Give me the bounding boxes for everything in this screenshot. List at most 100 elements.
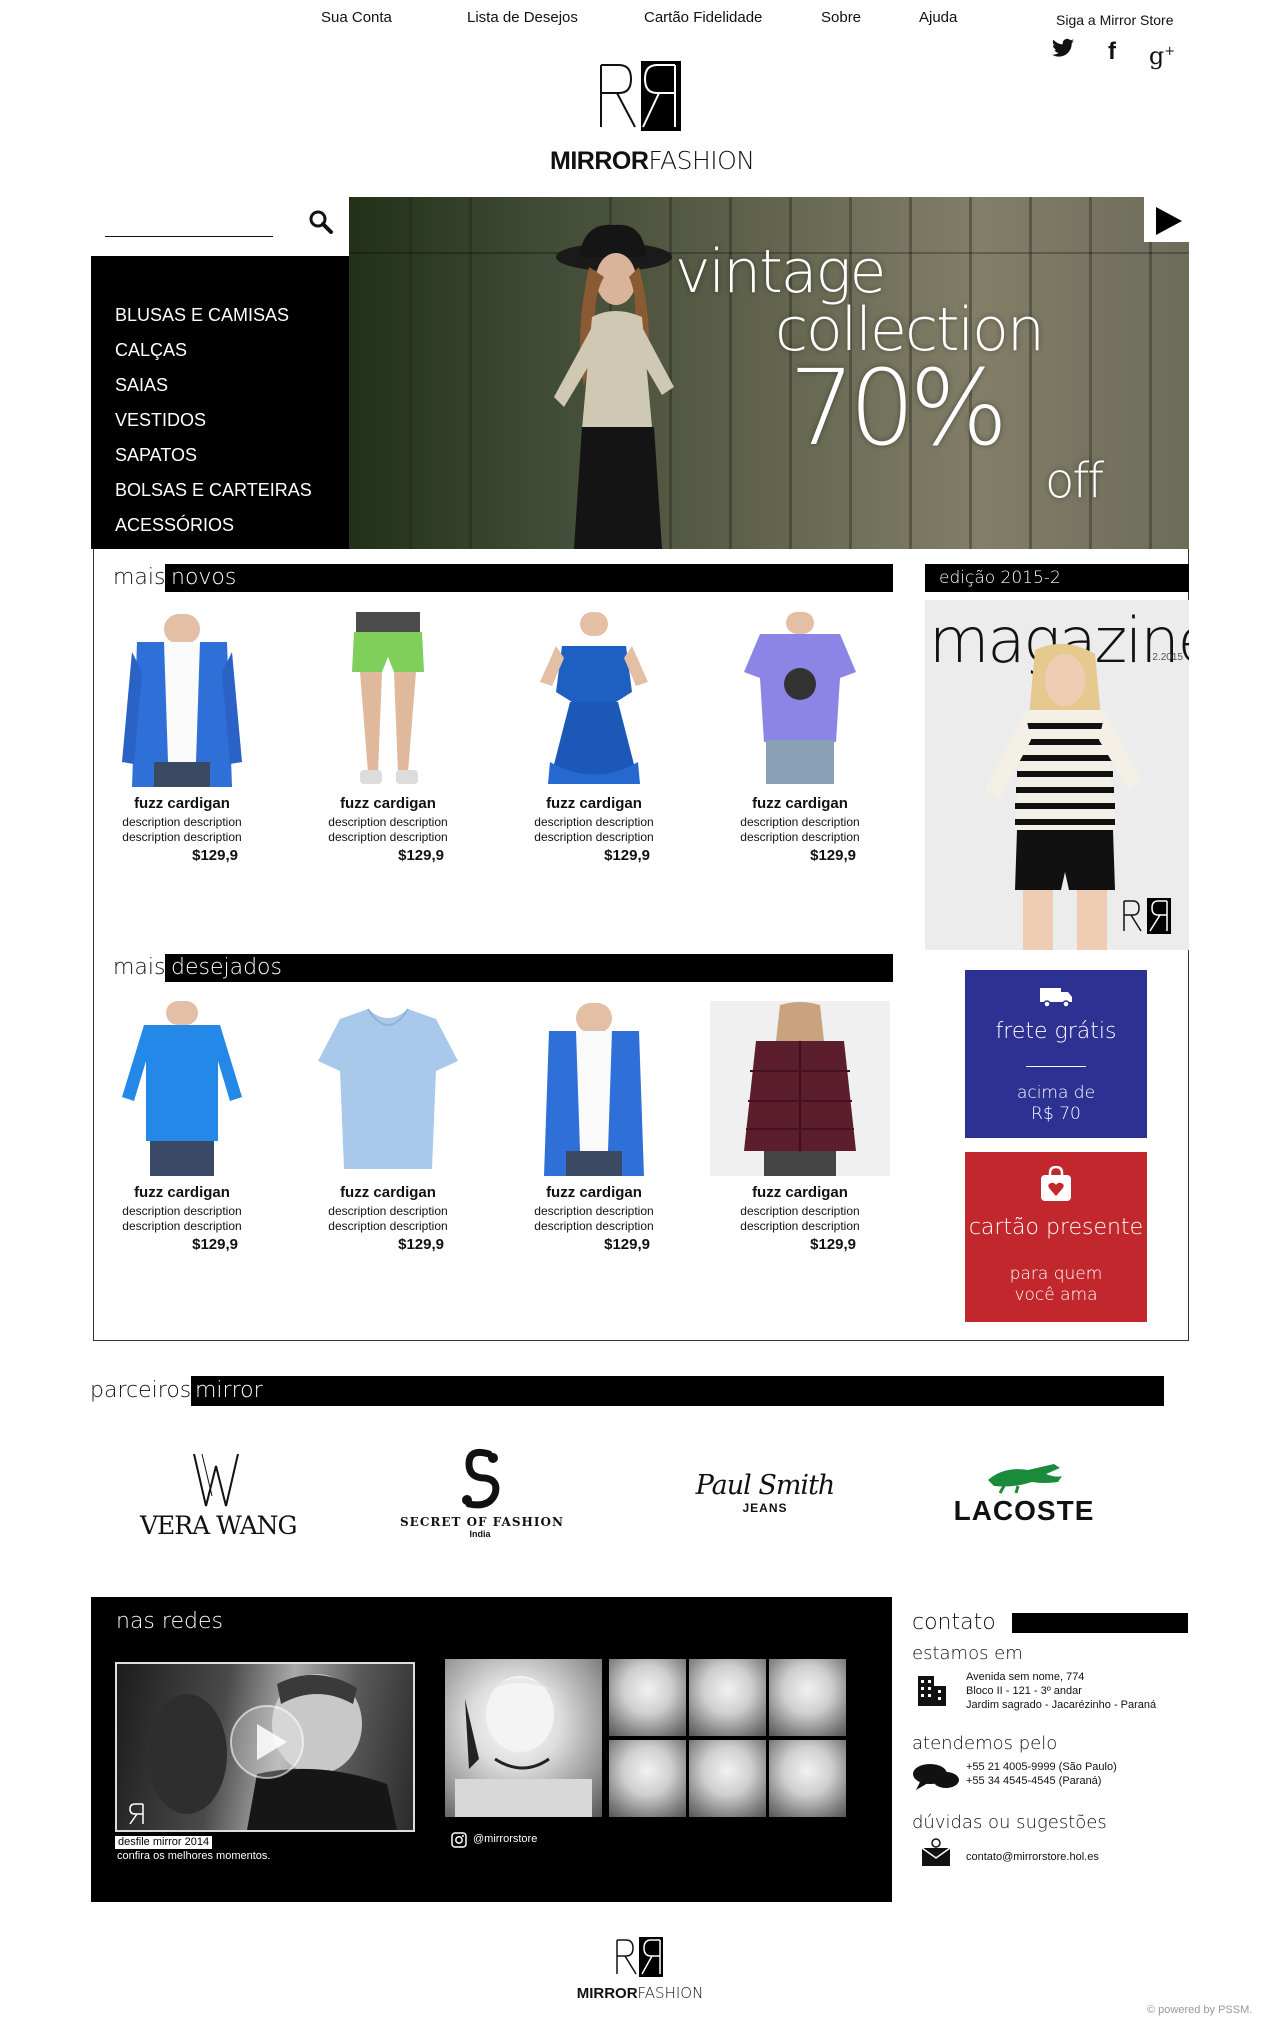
product-description: description description description descr… [122, 815, 242, 844]
search-icon[interactable] [308, 209, 334, 235]
product-name[interactable]: fuzz cardigan [710, 795, 890, 812]
contact-header-bar [1012, 1613, 1188, 1633]
product-price: $129,9 [810, 847, 856, 864]
instagram-icon[interactable] [451, 1832, 467, 1848]
play-icon[interactable] [229, 1704, 305, 1780]
gift-card-banner[interactable]: cartão presente para quem você ama [965, 1152, 1147, 1322]
instagram-thumb[interactable] [769, 1740, 846, 1817]
product-image-blue-top[interactable] [92, 1001, 272, 1176]
email-address[interactable]: contato@mirrorstore.hol.es [966, 1850, 1099, 1864]
product-image-light-blue-tshirt[interactable] [298, 1001, 478, 1176]
partners-header-light: parceiros [90, 1378, 192, 1403]
product-name[interactable]: fuzz cardigan [298, 1184, 478, 1201]
mirror-logo-icon[interactable] [597, 61, 683, 131]
category-calcas[interactable]: CALÇAS [91, 333, 349, 368]
logo-light: FASHION [648, 146, 755, 175]
partners-header-bold: mirror [191, 1376, 1164, 1406]
product-card[interactable]: fuzz cardigan description description des… [710, 612, 890, 864]
product-image-burgundy-jacket[interactable] [710, 1001, 890, 1176]
crocodile-icon [988, 1464, 1062, 1494]
category-sapatos[interactable]: SAPATOS [91, 438, 349, 473]
hero-off: off [1045, 453, 1104, 509]
category-blusas-e-camisas[interactable]: BLUSAS E CAMISAS [91, 298, 349, 333]
follow-label: Siga a Mirror Store [1056, 12, 1174, 28]
product-card[interactable]: fuzz cardigan description description des… [504, 1001, 684, 1253]
product-image-blue-dress[interactable] [504, 612, 684, 787]
partner-lacoste[interactable]: LACOSTE [944, 1460, 1104, 1527]
google-plus-icon[interactable]: g+ [1148, 38, 1176, 70]
nav-lista-de-desejos[interactable]: Lista de Desejos [467, 9, 578, 26]
instagram-thumb[interactable] [689, 1659, 766, 1736]
magazine-cover[interactable]: magazine 2.2015 [925, 600, 1189, 950]
free-shipping-banner[interactable]: frete grátis acima de R$ 70 [965, 970, 1147, 1138]
play-icon [1156, 207, 1182, 235]
footer-logo-light: FASHION [637, 1984, 704, 2002]
partner-secret-of-fashion[interactable]: SECRET OF FASHION India [400, 1448, 563, 1539]
product-description: description description description descr… [534, 1204, 654, 1233]
building-icon [918, 1676, 946, 1706]
category-acessorios[interactable]: ACESSÓRIOS [91, 508, 349, 543]
product-image-blue-cardigan[interactable] [504, 1001, 684, 1176]
product-name[interactable]: fuzz cardigan [92, 1184, 272, 1201]
product-price: $129,9 [810, 1236, 856, 1253]
magazine-logo-icon [1123, 898, 1171, 934]
category-menu: BLUSAS E CAMISAS CALÇAS SAIAS VESTIDOS S… [91, 256, 349, 549]
category-bolsas-e-carteiras[interactable]: BOLSAS E CARTEIRAS [91, 473, 349, 508]
powered-by: © powered by PSSM. [1147, 2004, 1253, 2016]
footer-logo-icon[interactable] [614, 1937, 664, 1977]
product-image-green-shorts[interactable] [298, 612, 478, 787]
product-image-blue-cardigan[interactable] [92, 612, 272, 787]
gift-card-sub2: você ama [1014, 1285, 1098, 1305]
product-price: $129,9 [398, 847, 444, 864]
instagram-thumb[interactable] [689, 1740, 766, 1817]
product-card[interactable]: fuzz cardigan description description des… [710, 1001, 890, 1253]
category-vestidos[interactable]: VESTIDOS [91, 403, 349, 438]
partner-name: VERA WANG [140, 1511, 297, 1540]
product-name[interactable]: fuzz cardigan [504, 1184, 684, 1201]
instagram-thumb[interactable] [609, 1740, 686, 1817]
product-name[interactable]: fuzz cardigan [298, 795, 478, 812]
product-description: description description description descr… [328, 815, 448, 844]
search-input[interactable] [105, 205, 273, 237]
product-description: description description description descr… [534, 815, 654, 844]
product-name[interactable]: fuzz cardigan [710, 1184, 890, 1201]
product-card[interactable]: fuzz cardigan description description des… [504, 612, 684, 864]
nav-cartao-fidelidade[interactable]: Cartão Fidelidade [644, 9, 762, 26]
product-name[interactable]: fuzz cardigan [92, 795, 272, 812]
chat-bubbles-icon [913, 1764, 959, 1790]
free-shipping-title: frete grátis [995, 1019, 1117, 1044]
instagram-thumb[interactable] [609, 1659, 686, 1736]
nav-sua-conta[interactable]: Sua Conta [321, 9, 392, 26]
category-saias[interactable]: SAIAS [91, 368, 349, 403]
phone-title: atendemos pelo [912, 1733, 1058, 1754]
footer-wordmark: MIRRORFASHION [565, 1984, 715, 2002]
mirror-logo-icon [129, 1803, 144, 1825]
logo-wordmark: MIRRORFASHION [550, 146, 755, 176]
social-title: nas redes [116, 1609, 223, 1634]
instagram-thumb[interactable] [769, 1659, 846, 1736]
partner-vera-wang[interactable]: VERA WANG [140, 1452, 297, 1540]
video-label[interactable]: desfile mirror 2014 [115, 1836, 213, 1849]
video-player[interactable] [115, 1662, 415, 1832]
product-card[interactable]: fuzz cardigan description description des… [92, 1001, 272, 1253]
product-price: $129,9 [192, 1236, 238, 1253]
banner-next-button[interactable] [1144, 197, 1189, 242]
product-card[interactable]: fuzz cardigan description description des… [298, 1001, 478, 1253]
nav-ajuda[interactable]: Ajuda [919, 9, 957, 26]
product-name[interactable]: fuzz cardigan [504, 795, 684, 812]
instagram-photo-large[interactable] [445, 1659, 602, 1817]
product-card[interactable]: fuzz cardigan description description des… [92, 612, 272, 864]
twitter-icon[interactable] [1049, 38, 1077, 66]
instagram-handle[interactable]: @mirrorstore [473, 1833, 537, 1845]
partner-paul-smith[interactable]: Paul Smith JEANS [680, 1470, 850, 1515]
facebook-icon[interactable]: f [1098, 38, 1126, 66]
partners-header: parceiros mirror [90, 1376, 1164, 1406]
product-card[interactable]: fuzz cardigan description description des… [298, 612, 478, 864]
email-icon[interactable] [920, 1838, 952, 1868]
nav-sobre[interactable]: Sobre [821, 9, 861, 26]
hero-banner[interactable]: vintage collection 70% off [349, 197, 1189, 549]
product-image-purple-tshirt[interactable] [710, 612, 890, 787]
section-header-light: mais [113, 955, 166, 980]
contact-header: contato [912, 1610, 1188, 1636]
gift-bag-icon [1041, 1165, 1071, 1201]
